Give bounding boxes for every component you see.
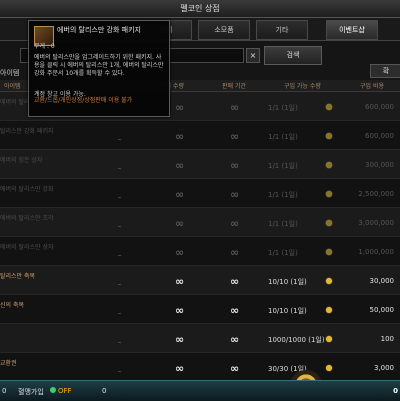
- item-price: 30,000: [369, 277, 395, 285]
- separator-dash: _: [118, 162, 121, 169]
- sale-qty: ∞: [175, 275, 185, 288]
- sale-qty: ∞: [175, 304, 185, 317]
- item-name: 에버의 탈리스만 상자: [0, 244, 54, 251]
- item-name: 교환권: [0, 360, 17, 367]
- item-name: 신의 축복: [0, 302, 24, 309]
- separator-dash: _: [118, 249, 121, 256]
- tooltip-weight: 무게 : 0: [34, 43, 55, 50]
- item-price: 3,000,000: [358, 219, 394, 227]
- table-row[interactable]: 탈리스만 강화 패키지 _ ∞ ∞ 1/1 (1일) 600,000: [0, 121, 400, 150]
- search-button[interactable]: 검색: [264, 46, 322, 65]
- item-label: 아이템: [0, 69, 20, 77]
- item-price: 600,000: [365, 132, 394, 140]
- table-row[interactable]: 에버의 탈리스만 조각 _ ∞ ∞ 1/1 (1일) 3,000,000: [0, 208, 400, 237]
- table-row[interactable]: 교환권 _ ∞ ∞ 30/30 (1일) 3,000: [0, 353, 400, 382]
- col-sale-period: 판매 기간: [222, 83, 246, 90]
- item-name: 탈리스만 축복: [0, 273, 36, 280]
- coin-icon: [326, 104, 332, 110]
- purchase-limit: 1/1 (1일): [268, 191, 298, 199]
- purchase-limit: 1/1 (1일): [268, 220, 298, 228]
- bottom-value: 0: [102, 387, 107, 395]
- sale-period: ∞: [230, 159, 240, 172]
- item-price: 1,000,000: [358, 248, 394, 256]
- col-price: 구입 비용: [360, 83, 384, 90]
- coin-icon: [326, 249, 332, 255]
- separator-dash: _: [118, 220, 121, 227]
- separator-dash: _: [118, 191, 121, 198]
- item-name: 탈리스만 강화 패키지: [0, 128, 54, 135]
- purchase-limit: 1/1 (1일): [268, 133, 298, 141]
- table-row[interactable]: 에버의 탈리스만 강화 _ ∞ ∞ 1/1 (1일) 2,500,000: [0, 179, 400, 208]
- item-price: 2,500,000: [358, 190, 394, 198]
- sale-qty: ∞: [175, 246, 185, 259]
- item-price: 300,000: [365, 161, 394, 169]
- bottom-right-count: 0: [393, 387, 398, 395]
- purchase-limit: 10/10 (1일): [268, 307, 307, 315]
- tab-event-shop[interactable]: 이벤트샵: [326, 20, 378, 40]
- item-price: 100: [380, 335, 394, 343]
- tab-consumables[interactable]: 소모품: [198, 20, 250, 40]
- coin-icon: [326, 133, 332, 139]
- clan-join-button[interactable]: 혈맹가입: [18, 387, 44, 397]
- separator-dash: _: [118, 133, 121, 140]
- coin-icon: [326, 191, 332, 197]
- coin-icon: [326, 307, 332, 313]
- sale-period: ∞: [230, 275, 240, 288]
- coin-icon: [326, 162, 332, 168]
- item-price: 50,000: [369, 306, 395, 314]
- sale-period: ∞: [230, 101, 240, 114]
- sale-qty: ∞: [175, 333, 185, 346]
- sale-period: ∞: [230, 130, 240, 143]
- toggle-off-label[interactable]: OFF: [58, 387, 72, 395]
- separator-dash: _: [118, 365, 121, 372]
- status-dot-icon: [50, 387, 56, 393]
- window-title: 펠코인 상점: [0, 0, 400, 18]
- clear-search-button[interactable]: ×: [246, 48, 260, 63]
- table-row[interactable]: 에버의 힘든 상자 _ ∞ ∞ 1/1 (1일) 300,000: [0, 150, 400, 179]
- confirm-button[interactable]: 확: [370, 64, 400, 78]
- coin-icon: [326, 220, 332, 226]
- separator-dash: _: [118, 278, 121, 285]
- separator-dash: _: [118, 336, 121, 343]
- sale-period: ∞: [230, 333, 240, 346]
- sale-qty: ∞: [175, 101, 185, 114]
- tab-misc[interactable]: 기타: [256, 20, 308, 40]
- sale-period: ∞: [230, 304, 240, 317]
- sale-period: ∞: [230, 188, 240, 201]
- table-row[interactable]: 에버의 탈리스만 상자 _ ∞ ∞ 1/1 (1일) 1,000,000: [0, 237, 400, 266]
- coin-icon: [326, 365, 332, 371]
- item-name: 에버의 힘든 상자: [0, 157, 43, 164]
- item-price: 3,000: [373, 364, 394, 372]
- item-name: 에버의 탈리스만 강화: [0, 186, 54, 193]
- item-price: 600,000: [365, 103, 394, 111]
- sale-period: ∞: [230, 362, 240, 375]
- coin-icon: [326, 278, 332, 284]
- tooltip-description: 에버의 탈리스만을 업그레이드하기 위한 패키지. 사용을 클릭 시 에버의 탈…: [34, 54, 164, 77]
- bottom-hud-bar: 0 혈맹가입 OFF 0 0: [0, 380, 400, 401]
- coin-icon: [326, 336, 332, 342]
- table-row[interactable]: 탈리스만 축복 _ ∞ ∞ 10/10 (1일) 30,000: [0, 266, 400, 295]
- table-row[interactable]: 신의 축복 _ ∞ ∞ 10/10 (1일) 50,000: [0, 295, 400, 324]
- sale-qty: ∞: [175, 159, 185, 172]
- sale-period: ∞: [230, 246, 240, 259]
- tooltip-title: 에버의 탈리스만 강화 패키지: [57, 26, 141, 34]
- purchase-limit: 10/10 (1일): [268, 278, 307, 286]
- sale-qty: ∞: [175, 217, 185, 230]
- item-tooltip: 에버의 탈리스만 강화 패키지 무게 : 0 에버의 탈리스만을 업그레이드하기…: [28, 20, 170, 117]
- col-purchase-limit: 구입 가능 수량: [284, 83, 321, 90]
- tooltip-note-restriction: 교환/드롭/개인상점/상점판매 이용 불가: [34, 97, 133, 104]
- item-name: 에버의 탈리스만 조각: [0, 215, 54, 222]
- purchase-limit: 1/1 (1일): [268, 249, 298, 257]
- purchase-limit: 1/1 (1일): [268, 162, 298, 170]
- separator-dash: _: [118, 307, 121, 314]
- purchase-limit: 1000/1000 (1일): [268, 336, 325, 344]
- sale-qty: ∞: [175, 362, 185, 375]
- purchase-limit: 1/1 (1일): [268, 104, 298, 112]
- col-name: 아이템: [4, 83, 21, 90]
- sale-qty: ∞: [175, 130, 185, 143]
- sale-qty: ∞: [175, 188, 185, 201]
- bottom-left-count: 0: [2, 387, 7, 395]
- sale-period: ∞: [230, 217, 240, 230]
- table-row[interactable]: _ ∞ ∞ 1000/1000 (1일) 100: [0, 324, 400, 353]
